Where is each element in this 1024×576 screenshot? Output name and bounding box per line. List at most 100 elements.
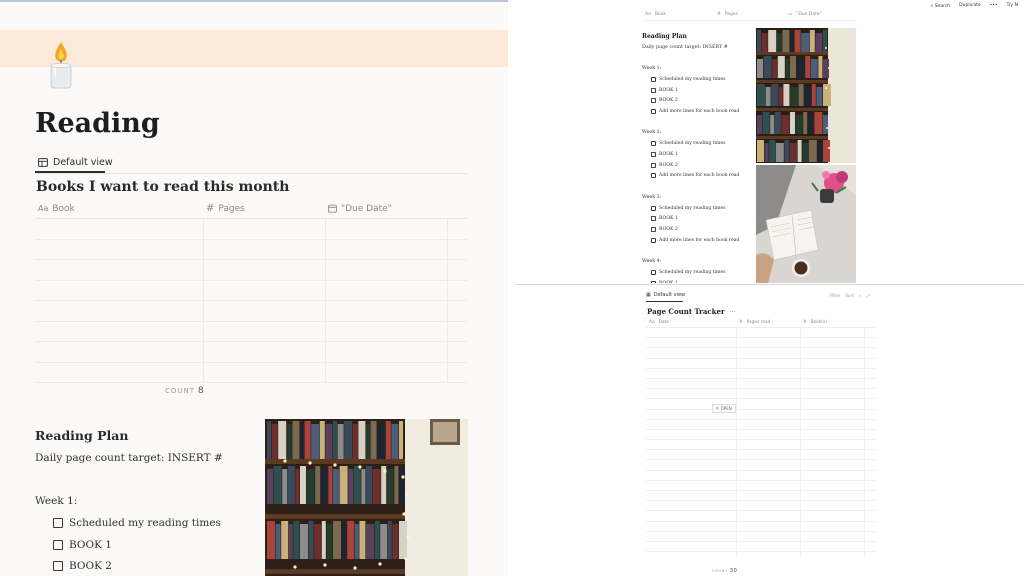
todo-item[interactable]: BOOK 1 (651, 87, 678, 93)
column-header-due-date[interactable]: ▭ "Due Date" (785, 9, 856, 20)
column-header-pages[interactable]: # Pages (203, 199, 325, 218)
table-row[interactable] (646, 440, 876, 451)
checkbox[interactable] (651, 98, 656, 104)
table-row[interactable] (646, 522, 876, 532)
todo-item[interactable]: Scheduled my reading times (651, 205, 725, 211)
view-label: Default view (53, 156, 113, 168)
week-label: Week 4: (642, 259, 662, 265)
todo-item[interactable]: Scheduled my reading times (651, 141, 725, 147)
more-icon[interactable]: ··· (729, 308, 736, 316)
column-header-books[interactable]: # Book(s) (800, 317, 864, 327)
checkbox[interactable] (651, 108, 656, 114)
table-row[interactable] (35, 342, 467, 363)
table-row[interactable] (646, 399, 876, 410)
reading-plan-heading: Reading Plan (35, 428, 129, 443)
table-row[interactable] (646, 359, 876, 369)
table-row[interactable] (646, 369, 876, 379)
table-row[interactable] (646, 481, 876, 491)
table-row[interactable] (646, 420, 876, 430)
todo-item[interactable]: BOOK 1 (53, 539, 112, 551)
checkbox[interactable] (651, 227, 656, 232)
table-row[interactable] (35, 240, 467, 260)
column-header-book[interactable]: Aa Book (642, 9, 714, 20)
bookshelf-photo[interactable] (756, 28, 856, 163)
todo-item[interactable]: Scheduled my reading times (651, 77, 725, 82)
column-header-pages[interactable]: # Pages (714, 9, 785, 20)
todo-item[interactable]: BOOK 2 (53, 560, 112, 572)
checkbox[interactable] (53, 561, 63, 571)
search-button[interactable]: ⌕ Search (931, 3, 950, 9)
page-count-table: Aa Date # Pages read # Book(s) (646, 317, 876, 558)
checkbox[interactable] (651, 270, 656, 276)
todo-item[interactable]: BOOK 1 (651, 152, 678, 157)
table-row[interactable] (35, 301, 467, 322)
table-row[interactable] (646, 338, 876, 349)
todo-item[interactable]: Scheduled my reading times (53, 517, 221, 529)
more-icon[interactable]: ••• (990, 3, 998, 9)
table-count[interactable]: COUNT 8 (165, 386, 204, 396)
table-row[interactable] (646, 471, 876, 481)
todo-item[interactable]: BOOK 2 (651, 98, 678, 104)
table-row[interactable] (646, 328, 876, 339)
table-row[interactable] (646, 410, 876, 420)
database-title[interactable]: Page Count Tracker ··· (647, 307, 736, 316)
table-row[interactable] (646, 491, 876, 502)
column-header-pages-read[interactable]: # Pages read (736, 317, 800, 327)
todo-item[interactable]: BOOK 2 (651, 227, 678, 232)
candle-icon[interactable] (44, 40, 78, 90)
todo-item[interactable]: Add more lines for each book read (651, 173, 739, 179)
table-row[interactable] (35, 219, 467, 240)
column-header-date[interactable]: Aa Date (646, 317, 736, 327)
table-row[interactable] (35, 363, 467, 383)
table-count[interactable]: COUNT 30 (712, 568, 737, 574)
tab-default-view[interactable]: Default view (35, 151, 116, 173)
table-row[interactable] (35, 322, 467, 342)
checkbox[interactable] (651, 77, 656, 82)
checkbox[interactable] (53, 540, 63, 550)
table-row[interactable] (646, 348, 876, 359)
table-row[interactable] (646, 460, 876, 471)
checkbox[interactable] (53, 518, 63, 528)
table-row[interactable] (646, 501, 876, 512)
todo-item[interactable]: Add more lines for each book read (651, 108, 739, 114)
checkbox[interactable] (651, 205, 656, 211)
checkbox[interactable] (651, 87, 656, 93)
search-icon[interactable]: ⌕ (859, 293, 861, 298)
table-row[interactable] (646, 389, 876, 400)
week-label: Week 2: (642, 130, 662, 136)
table-row[interactable] (646, 542, 876, 553)
table-row[interactable] (646, 532, 876, 542)
checkbox[interactable] (651, 162, 656, 168)
filter-button[interactable]: Filter (830, 293, 840, 298)
checkbox[interactable] (651, 141, 656, 147)
open-row-button[interactable]: ⇱ OPEN (712, 404, 736, 413)
main-page-panel: Reading Default view Books I want to rea… (0, 0, 508, 576)
sort-button[interactable]: Sort (845, 293, 854, 298)
checkbox[interactable] (651, 237, 656, 243)
reading-photo[interactable] (756, 165, 856, 283)
table-row[interactable] (35, 281, 467, 301)
todo-item[interactable]: BOOK 1 (651, 280, 678, 283)
bookshelf-photo[interactable] (265, 419, 468, 576)
column-header-due-date[interactable]: "Due Date" (325, 199, 447, 218)
checkbox[interactable] (651, 280, 656, 283)
checkbox[interactable] (651, 173, 656, 179)
divider (35, 173, 467, 174)
expand-icon[interactable]: ⤢ (866, 293, 869, 298)
table-row[interactable] (646, 430, 876, 441)
todo-item[interactable]: BOOK 1 (651, 216, 678, 222)
checkbox[interactable] (651, 216, 656, 222)
database-title[interactable]: Books I want to read this month (36, 179, 289, 195)
todo-item[interactable]: Scheduled my reading times (651, 270, 725, 276)
duplicate-button[interactable]: Duplicate (959, 3, 980, 9)
column-header-book[interactable]: Aa Book (35, 199, 203, 218)
tab-default-view[interactable]: ▦ Default view (646, 292, 685, 298)
table-row[interactable] (646, 511, 876, 522)
todo-item[interactable]: Add more lines for each book read (651, 237, 739, 243)
table-row[interactable] (646, 379, 876, 390)
table-row[interactable] (35, 260, 467, 281)
try-button[interactable]: Try N (1007, 3, 1018, 9)
checkbox[interactable] (651, 152, 656, 157)
table-row[interactable] (646, 450, 876, 461)
todo-item[interactable]: BOOK 2 (651, 162, 678, 168)
